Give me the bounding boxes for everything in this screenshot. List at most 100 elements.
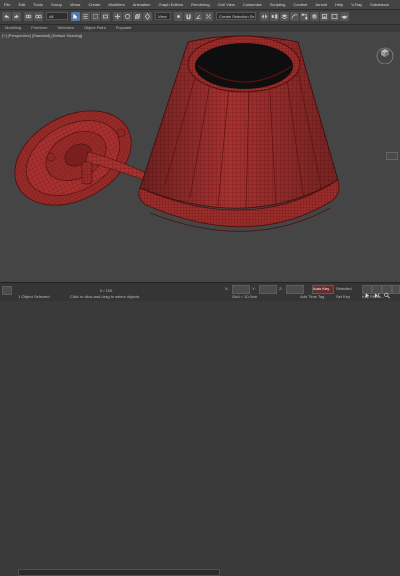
menu-item-civil-view[interactable]: Civil View — [214, 0, 239, 9]
selected-dropdown[interactable]: Selected — [336, 286, 352, 291]
render-setup-button[interactable] — [320, 12, 329, 21]
set-key-button[interactable]: Set Key — [336, 294, 350, 299]
pivot-icon — [177, 15, 180, 18]
menu-item-graph-editors[interactable]: Graph Editors — [154, 0, 187, 9]
maximize-viewport-button[interactable] — [392, 285, 400, 294]
snap-toggle-button[interactable] — [184, 12, 193, 21]
scale-button[interactable] — [133, 12, 142, 21]
main-toolbar: All View Create Selection Se — [0, 10, 400, 25]
redo-icon — [14, 14, 19, 19]
select-by-name-button[interactable] — [81, 12, 90, 21]
frame-window-icon — [331, 14, 338, 19]
named-selection-input[interactable]: Create Selection Se — [216, 12, 256, 20]
wall-mount-plate[interactable] — [0, 92, 147, 224]
material-sphere-icon — [312, 14, 317, 19]
menu-item-scripting[interactable]: Scripting — [266, 0, 290, 9]
teapot-icon — [341, 15, 348, 19]
curve-icon — [291, 14, 298, 19]
lamp-model[interactable] — [0, 32, 400, 282]
ribbon-tab-object-paint[interactable]: Object Paint — [79, 25, 111, 31]
menu-item-animation[interactable]: Animation — [129, 0, 155, 9]
status-bar: 0 / 100 1 Object Selected Click or click… — [0, 282, 400, 576]
ribbon-tab-freeform[interactable]: Freeform — [26, 25, 52, 31]
unlink-button[interactable] — [34, 12, 43, 21]
menu-item-file[interactable]: File — [0, 0, 14, 9]
schematic-icon — [301, 13, 308, 20]
ribbon-tab-populate[interactable]: Populate — [111, 25, 137, 31]
play-icon — [365, 293, 370, 298]
scale-icon — [135, 14, 140, 19]
rendered-frame-button[interactable] — [330, 12, 339, 21]
menu-bar: File Edit Tools Group Views Create Modifiers An… — [0, 0, 400, 10]
render-setup-icon — [322, 14, 327, 19]
add-time-tag[interactable]: Add Time Tag — [300, 294, 324, 299]
play-button[interactable] — [362, 285, 372, 298]
menu-item-create[interactable]: Create — [84, 0, 104, 9]
y-coord-label: Y: — [252, 286, 256, 291]
x-coord-field[interactable] — [232, 285, 250, 294]
rotate-button[interactable] — [123, 12, 132, 21]
material-editor-button[interactable] — [310, 12, 319, 21]
angle-snap-button[interactable] — [194, 12, 203, 21]
grid-size: Grid = 10.0cm — [232, 294, 258, 299]
rectangle-selection-icon — [93, 14, 98, 19]
redo-button[interactable] — [12, 12, 21, 21]
select-object-button[interactable] — [71, 12, 80, 21]
lamp-shade[interactable] — [138, 35, 340, 232]
render-button[interactable] — [340, 12, 349, 21]
cursor-icon — [73, 13, 78, 20]
place-icon — [144, 13, 151, 20]
menu-item-rendering[interactable]: Rendering — [187, 0, 213, 9]
window-crossing-icon — [103, 14, 108, 19]
ribbon-tab-modeling[interactable]: Modeling — [0, 25, 26, 31]
align-icon — [271, 14, 278, 19]
y-coord-field[interactable] — [259, 285, 277, 294]
rotate-icon — [125, 14, 130, 19]
selection-filter-dropdown[interactable]: All — [46, 12, 68, 20]
frame-counter: 0 / 100 — [100, 288, 113, 293]
mirror-button[interactable] — [260, 12, 269, 21]
menu-item-substance[interactable]: Substance — [366, 0, 393, 9]
menu-item-v-ray[interactable]: V-Ray — [347, 0, 366, 9]
undo-icon — [4, 14, 9, 19]
menu-item-help[interactable]: Help — [331, 0, 347, 9]
percent-snap-button[interactable] — [204, 12, 213, 21]
rect-selection-button[interactable] — [91, 12, 100, 21]
zoom-extents-button[interactable] — [382, 285, 392, 299]
schematic-view-button[interactable] — [300, 12, 309, 21]
layers-button[interactable] — [280, 12, 289, 21]
menu-item-tools[interactable]: Tools — [29, 0, 46, 9]
menu-item-views[interactable]: Views — [66, 0, 85, 9]
unlink-icon — [35, 14, 42, 19]
reference-coordinate-dropdown[interactable]: View — [155, 12, 171, 20]
undo-button[interactable] — [2, 12, 11, 21]
pivot-center-button[interactable] — [174, 12, 183, 21]
select-link-button[interactable] — [24, 12, 33, 21]
angle-snap-icon — [196, 14, 201, 19]
layers-icon — [281, 14, 288, 19]
z-coord-field[interactable] — [286, 285, 304, 294]
place-button[interactable] — [143, 12, 152, 21]
align-button[interactable] — [270, 12, 279, 21]
menu-item-edit[interactable]: Edit — [14, 0, 29, 9]
link-icon — [25, 14, 32, 19]
next-frame-icon — [374, 293, 380, 298]
ribbon-tab-selection[interactable]: Selection — [52, 25, 78, 31]
x-coord-label: X: — [225, 286, 229, 291]
percent-icon — [206, 14, 211, 19]
curve-editor-button[interactable] — [290, 12, 299, 21]
menu-item-arnold[interactable]: Arnold — [311, 0, 331, 9]
maxscript-listener-button[interactable] — [2, 286, 12, 295]
menu-item-customize[interactable]: Customize — [239, 0, 266, 9]
timeline-slider[interactable] — [18, 569, 220, 576]
menu-item-group[interactable]: Group — [47, 0, 66, 9]
ribbon-tabs: Modeling Freeform Selection Object Paint Pop… — [0, 25, 400, 31]
menu-item-modifiers[interactable]: Modifiers — [104, 0, 128, 9]
window-crossing-button[interactable] — [101, 12, 110, 21]
next-frame-button[interactable] — [372, 285, 382, 298]
viewport-nav-button-1[interactable] — [386, 152, 398, 160]
move-button[interactable] — [113, 12, 122, 21]
menu-item-content[interactable]: Content — [289, 0, 311, 9]
magnet-icon — [186, 14, 191, 20]
perspective-viewport[interactable]: [+] [Perspective] [Standard] [Default Sh… — [0, 32, 400, 282]
